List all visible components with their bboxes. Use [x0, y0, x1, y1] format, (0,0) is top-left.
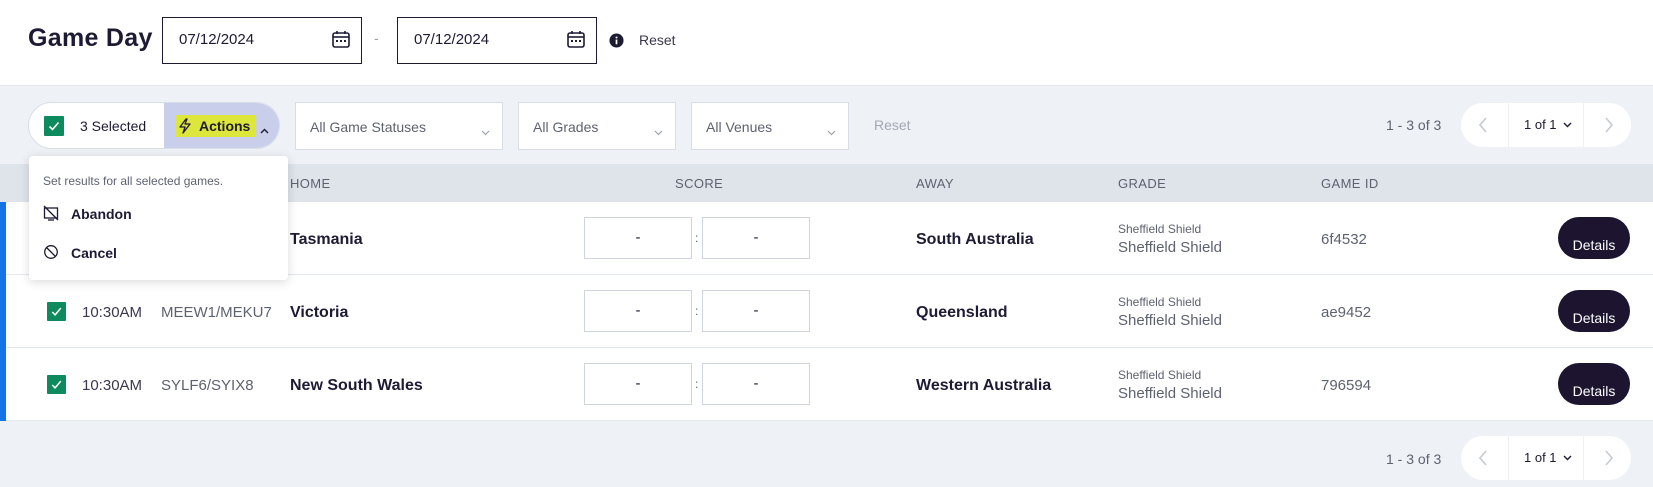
pagination: 1 of 1 — [1461, 103, 1631, 147]
row-accent — [0, 202, 6, 275]
away-score-input[interactable]: - — [702, 290, 810, 332]
away-score-input[interactable]: - — [702, 217, 810, 259]
next-page-button[interactable] — [1583, 436, 1631, 480]
selected-count: 3 Selected — [80, 118, 147, 134]
page-title: Game Day — [28, 24, 153, 52]
game-id: ae9452 — [1321, 304, 1372, 321]
row-accent — [0, 348, 6, 421]
details-button[interactable]: Details — [1558, 290, 1630, 332]
date-range-separator: - — [374, 30, 379, 46]
score-separator: : — [695, 231, 699, 245]
row-accent — [0, 275, 6, 348]
previous-page-button[interactable] — [1461, 103, 1509, 147]
venues-placeholder: All Venues — [706, 119, 773, 135]
page-indicator: 1 of 1 — [1524, 450, 1557, 465]
away-team: Western Australia — [916, 377, 1052, 394]
away-team: Queensland — [916, 304, 1008, 321]
actions-menu: Set results for all selected games. Aban… — [29, 156, 288, 280]
chevron-down-icon — [481, 123, 490, 139]
game-id: 6f4532 — [1321, 231, 1367, 248]
top-bar: Game Day 07/12/2024 - 07/12/2024 Reset — [0, 0, 1653, 86]
menu-item-cancel[interactable]: Cancel — [43, 241, 273, 265]
game-id: 796594 — [1321, 377, 1372, 394]
grade-name: Sheffield Shield — [1118, 312, 1222, 329]
date-from-input[interactable]: 07/12/2024 — [162, 17, 362, 64]
pagination-bottom: 1 of 1 — [1461, 436, 1631, 480]
game-code: SYLF6/SYIX8 — [161, 377, 254, 394]
date-to-value: 07/12/2024 — [414, 31, 490, 48]
actions-button[interactable]: Actions — [164, 103, 279, 148]
date-to-input[interactable]: 07/12/2024 — [397, 17, 597, 64]
abandon-icon — [43, 205, 59, 221]
chevron-down-icon — [1563, 122, 1572, 128]
col-header-game-id[interactable]: GAME ID — [1321, 176, 1379, 191]
filter-bar: 3 Selected Actions All Game Statuses All… — [0, 86, 1653, 164]
grade-name: Sheffield Shield — [1118, 239, 1222, 256]
calendar-icon[interactable] — [331, 29, 351, 53]
home-score-input[interactable]: - — [584, 290, 692, 332]
page-select[interactable]: 1 of 1 — [1509, 436, 1583, 480]
grade-competition: Sheffield Shield — [1118, 295, 1202, 309]
result-count: 1 - 3 of 3 — [1386, 117, 1442, 133]
menu-item-label: Cancel — [71, 245, 117, 261]
game-status-placeholder: All Game Statuses — [310, 119, 426, 135]
chevron-right-icon — [1605, 450, 1614, 466]
chevron-up-icon — [260, 121, 269, 139]
chevron-right-icon — [1605, 117, 1614, 133]
actions-label: Actions — [199, 118, 251, 134]
menu-item-abandon[interactable]: Abandon — [43, 202, 273, 226]
home-team: Victoria — [290, 304, 349, 321]
col-header-grade[interactable]: GRADE — [1118, 176, 1166, 191]
chevron-left-icon — [1478, 450, 1487, 466]
grades-placeholder: All Grades — [533, 119, 599, 135]
result-count-bottom: 1 - 3 of 3 — [1386, 451, 1442, 467]
chevron-down-icon — [654, 123, 663, 139]
page-indicator: 1 of 1 — [1524, 117, 1557, 132]
date-from-value: 07/12/2024 — [179, 31, 255, 48]
home-team: New South Wales — [290, 377, 423, 394]
grade-name: Sheffield Shield — [1118, 385, 1222, 402]
chevron-down-icon — [1563, 455, 1572, 461]
calendar-icon[interactable] — [566, 29, 586, 53]
score-separator: : — [695, 377, 699, 391]
select-all-checkbox[interactable] — [44, 116, 64, 141]
home-score-input[interactable]: - — [584, 363, 692, 405]
grades-filter[interactable]: All Grades — [518, 102, 676, 150]
grade-competition: Sheffield Shield — [1118, 368, 1202, 382]
home-score-input[interactable]: - — [584, 217, 692, 259]
cancel-icon — [44, 245, 58, 259]
page-select[interactable]: 1 of 1 — [1509, 103, 1583, 147]
info-icon[interactable] — [609, 33, 624, 53]
selection-pill: 3 Selected Actions — [28, 102, 280, 149]
game-time: 10:30AM — [82, 377, 143, 394]
row-checkbox[interactable] — [47, 375, 66, 399]
grade-competition: Sheffield Shield — [1118, 222, 1202, 236]
away-team: South Australia — [916, 231, 1034, 248]
next-page-button[interactable] — [1583, 103, 1631, 147]
away-score-input[interactable]: - — [702, 363, 810, 405]
reset-link[interactable]: Reset — [639, 32, 676, 48]
actions-menu-heading: Set results for all selected games. — [43, 174, 224, 188]
score-separator: : — [695, 304, 699, 318]
venues-filter[interactable]: All Venues — [691, 102, 849, 150]
row-checkbox[interactable] — [47, 302, 66, 326]
game-code: MEEW1/MEKU7 — [161, 304, 272, 321]
details-button[interactable]: Details — [1558, 217, 1630, 259]
col-header-score: SCORE — [675, 176, 724, 191]
game-time: 10:30AM — [82, 304, 143, 321]
previous-page-button[interactable] — [1461, 436, 1509, 480]
lightning-icon — [178, 118, 192, 139]
chevron-down-icon — [827, 123, 836, 139]
game-status-filter[interactable]: All Game Statuses — [295, 102, 503, 150]
table-row[interactable]: 10:30AM SYLF6/SYIX8 New South Wales - : … — [0, 348, 1653, 421]
home-team: Tasmania — [290, 231, 363, 248]
table-row[interactable]: 10:30AM MEEW1/MEKU7 Victoria - : - Queen… — [0, 275, 1653, 348]
menu-item-label: Abandon — [71, 206, 132, 222]
col-header-home[interactable]: HOME — [290, 176, 331, 191]
col-header-away[interactable]: AWAY — [916, 176, 954, 191]
filter-reset-link[interactable]: Reset — [874, 117, 911, 133]
chevron-left-icon — [1478, 117, 1487, 133]
details-button[interactable]: Details — [1558, 363, 1630, 405]
